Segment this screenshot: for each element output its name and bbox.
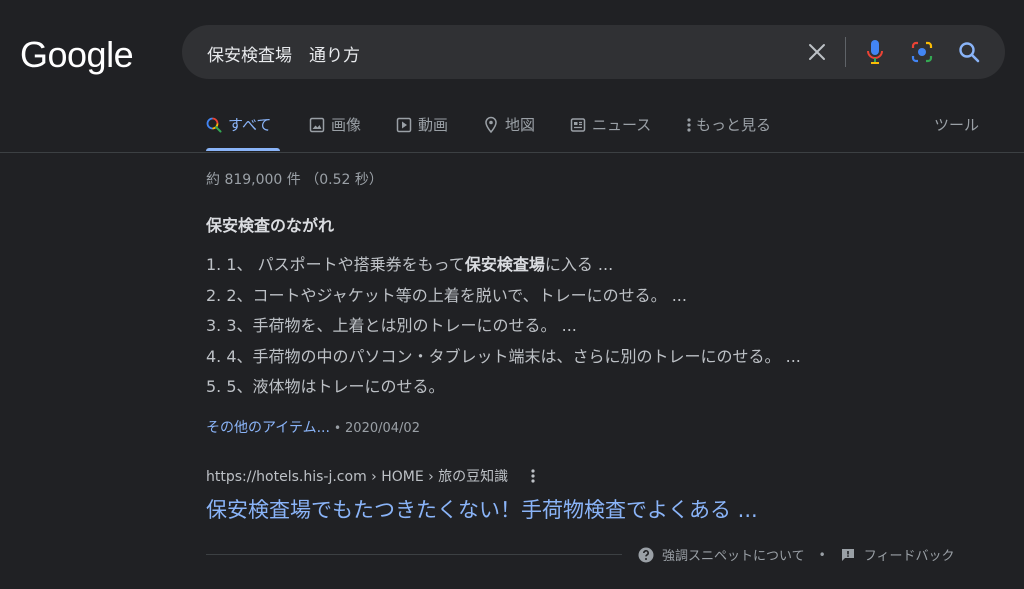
about-snippets-link[interactable]: 強調スニペットについて (638, 545, 805, 564)
tab-images[interactable]: 画像 (309, 114, 361, 135)
snippet-more-line: その他のアイテム... • 2020/04/02 (206, 417, 420, 437)
tab-label: 画像 (331, 116, 362, 134)
more-vert-icon (687, 117, 691, 132)
snippet-footer: 強調スニペットについて • フィードバック (638, 545, 954, 564)
more-items-link[interactable]: その他のアイテム... (206, 420, 330, 436)
separator-dot: • (818, 547, 826, 562)
tab-videos[interactable]: 動画 (396, 114, 448, 135)
tab-label: すべて (228, 116, 272, 134)
result-url[interactable]: https://hotels.his-j.com › HOME › 旅の豆知識 (206, 466, 536, 486)
map-pin-icon (485, 116, 497, 133)
tab-label: もっと見る (696, 116, 772, 134)
help-icon (638, 547, 654, 562)
tab-more[interactable]: もっと見る (686, 114, 771, 135)
search-tabs: すべて 画像 動画 地図 ニュース もっと見る ツール (0, 108, 1024, 153)
google-logo[interactable]: Google (20, 34, 134, 76)
more-options-icon[interactable] (530, 468, 536, 484)
search-divider (845, 37, 846, 67)
result-url-text: https://hotels.his-j.com › HOME › 旅の豆知識 (206, 469, 509, 485)
tab-all[interactable]: すべて (206, 114, 271, 135)
tab-maps[interactable]: 地図 (483, 114, 535, 135)
tab-label: 地図 (505, 116, 536, 134)
search-icon[interactable] (954, 37, 984, 67)
tools-button[interactable]: ツール (934, 114, 979, 135)
snippet-date: 2020/04/02 (345, 421, 420, 436)
search-bar[interactable]: 保安検査場 通り方 (182, 25, 1005, 79)
image-icon (309, 117, 325, 132)
result-title-link[interactable]: 保安検査場でもたつきたくない！手荷物検査でよくある ... (206, 494, 758, 524)
about-snippets-label: 強調スニペットについて (662, 549, 805, 564)
footer-divider (206, 554, 622, 555)
tab-label: ニュース (592, 116, 652, 134)
list-item: 5. 5、液体物はトレーにのせる。 (206, 377, 445, 396)
list-item: 3. 3、手荷物を、上着とは別のトレーにのせる。 ... (206, 316, 577, 335)
result-stats: 約 819,000 件 （0.52 秒） (206, 172, 383, 188)
feedback-link[interactable]: フィードバック (840, 545, 955, 564)
snippet-title: 保安検査のながれ (206, 216, 335, 235)
clear-icon[interactable] (802, 37, 832, 67)
snippet-steps: 1. 1、 パスポートや搭乗券をもって保安検査場に入る ... 2. 2、コート… (206, 253, 801, 406)
feedback-label: フィードバック (863, 549, 955, 564)
feedback-icon (841, 548, 854, 561)
tab-news[interactable]: ニュース (570, 114, 651, 135)
video-icon (396, 117, 412, 132)
search-input[interactable]: 保安検査場 通り方 (207, 41, 360, 66)
microphone-icon[interactable] (860, 37, 890, 67)
tab-label: 動画 (418, 116, 449, 134)
list-item: 1. 1、 パスポートや搭乗券をもって保安検査場に入る ... (206, 255, 614, 274)
list-item: 4. 4、手荷物の中のパソコン・タブレット端末は、さらに別のトレーにのせる。 .… (206, 346, 801, 366)
separator-dot: • (333, 421, 342, 435)
camera-lens-icon[interactable] (907, 37, 937, 67)
active-tab-indicator (206, 148, 280, 151)
news-icon (570, 117, 586, 132)
list-item: 2. 2、コートやジャケット等の上着を脱いで、トレーにのせる。 ... (206, 285, 687, 305)
search-icon (206, 117, 222, 132)
